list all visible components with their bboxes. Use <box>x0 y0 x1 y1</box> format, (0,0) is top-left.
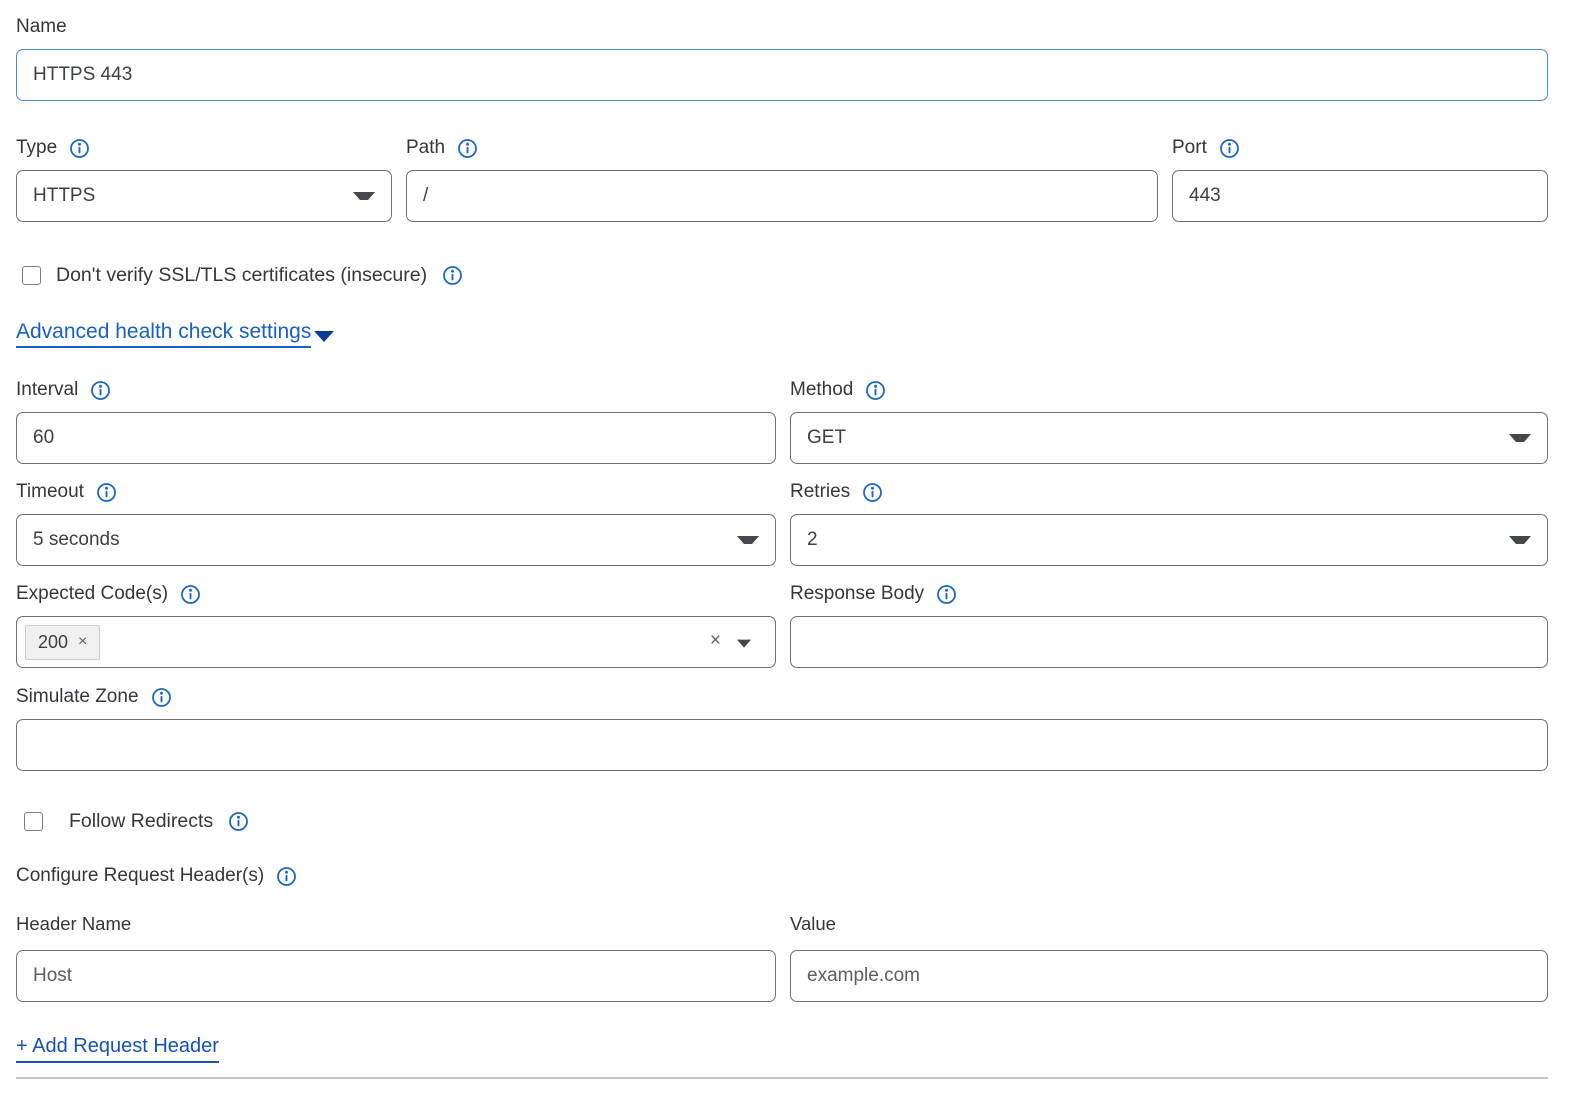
response-body-label: Response Body <box>790 583 924 605</box>
info-icon[interactable] <box>90 380 111 401</box>
type-select-value: HTTPS <box>33 185 353 207</box>
interval-label: Interval <box>16 379 78 401</box>
info-icon[interactable] <box>69 138 90 159</box>
chevron-down-icon <box>353 192 375 200</box>
timeout-label: Timeout <box>16 481 84 503</box>
expected-codes-multiselect[interactable]: 200 × × <box>16 616 776 668</box>
simulate-zone-input[interactable] <box>16 719 1548 771</box>
chevron-down-icon <box>1509 536 1531 544</box>
retries-select-value: 2 <box>807 529 1509 551</box>
verify-ssl-checkbox[interactable] <box>22 266 41 285</box>
header-name-input[interactable] <box>16 950 776 1002</box>
value-column-label: Value <box>790 913 1548 935</box>
port-input[interactable] <box>1172 170 1548 222</box>
chevron-down-icon <box>1509 434 1531 442</box>
method-select-value: GET <box>807 427 1509 449</box>
path-input[interactable] <box>406 170 1158 222</box>
expected-code-tag-text: 200 <box>38 632 68 653</box>
chevron-down-icon <box>737 536 759 544</box>
triangle-down-icon <box>314 331 334 342</box>
info-icon[interactable] <box>96 482 117 503</box>
advanced-settings-link[interactable]: Advanced health check settings <box>16 320 311 348</box>
path-label: Path <box>406 137 445 159</box>
interval-input[interactable] <box>16 412 776 464</box>
info-icon[interactable] <box>936 584 957 605</box>
chevron-down-icon <box>737 640 751 648</box>
follow-redirects-checkbox[interactable] <box>24 812 43 831</box>
request-header-row: Header Name Value <box>16 913 1548 1002</box>
info-icon[interactable] <box>276 866 297 887</box>
divider <box>16 1077 1548 1079</box>
name-label: Name <box>16 16 67 38</box>
name-input[interactable] <box>16 49 1548 101</box>
info-icon[interactable] <box>865 380 886 401</box>
info-icon[interactable] <box>862 482 883 503</box>
info-icon[interactable] <box>1219 138 1240 159</box>
method-select[interactable]: GET <box>790 412 1548 464</box>
simulate-zone-label: Simulate Zone <box>16 686 139 708</box>
timeout-select[interactable]: 5 seconds <box>16 514 776 566</box>
clear-all-icon[interactable]: × <box>710 630 721 652</box>
verify-ssl-label: Don't verify SSL/TLS certificates (insec… <box>56 264 427 287</box>
method-label: Method <box>790 379 853 401</box>
retries-label: Retries <box>790 481 850 503</box>
info-icon[interactable] <box>457 138 478 159</box>
expected-code-tag: 200 × <box>25 625 100 660</box>
health-check-form: Name Type HTTPS Path <box>0 0 1570 1079</box>
info-icon[interactable] <box>442 265 463 286</box>
type-label: Type <box>16 137 57 159</box>
add-request-header-link[interactable]: + Add Request Header <box>16 1035 219 1063</box>
port-label: Port <box>1172 137 1207 159</box>
request-headers-section-label: Configure Request Header(s) <box>16 865 264 887</box>
timeout-select-value: 5 seconds <box>33 529 737 551</box>
header-value-input[interactable] <box>790 950 1548 1002</box>
info-icon[interactable] <box>180 584 201 605</box>
expected-codes-label: Expected Code(s) <box>16 583 168 605</box>
retries-select[interactable]: 2 <box>790 514 1548 566</box>
remove-tag-icon[interactable]: × <box>78 633 87 651</box>
header-name-column-label: Header Name <box>16 913 776 935</box>
info-icon[interactable] <box>151 687 172 708</box>
type-select[interactable]: HTTPS <box>16 170 392 222</box>
response-body-input[interactable] <box>790 616 1548 668</box>
follow-redirects-label: Follow Redirects <box>69 810 213 833</box>
info-icon[interactable] <box>228 811 249 832</box>
